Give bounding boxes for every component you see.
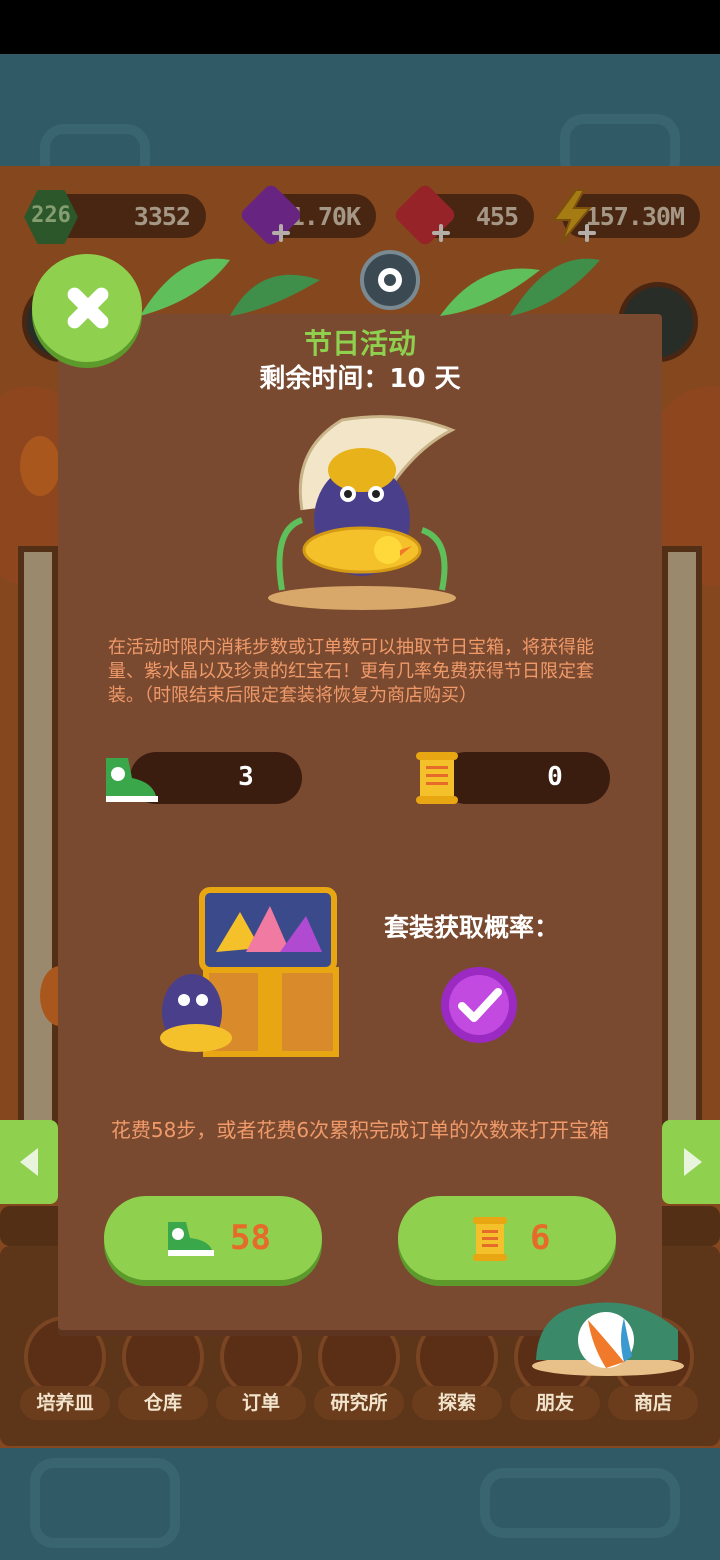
shoe-icon xyxy=(106,758,158,802)
nav-label: 朋友 xyxy=(510,1386,600,1420)
nav-explore[interactable]: 探索 xyxy=(412,1316,502,1426)
orders-count: 0 xyxy=(547,762,563,792)
orders-cost: 6 xyxy=(530,1218,551,1258)
nav-label: 商店 xyxy=(608,1386,698,1420)
orders-counter: 0 xyxy=(440,752,610,804)
event-description: 在活动时限内消耗步数或订单数可以抽取节日宝箱，将获得能量、紫水晶以及珍贵的红宝石… xyxy=(108,637,594,706)
set-rate-label: 套装获取概率： xyxy=(384,913,560,942)
background-bottom xyxy=(0,1448,720,1560)
nav-label: 探索 xyxy=(412,1386,502,1420)
open-with-steps-button[interactable]: 58 xyxy=(104,1196,322,1280)
scroll-icon xyxy=(473,1217,507,1261)
character-illustration xyxy=(268,415,456,610)
nav-orders[interactable]: 订单 xyxy=(216,1316,306,1426)
cost-hint: 花费58步，或者花费6次累积完成订单的次数来打开宝箱 xyxy=(110,1118,610,1142)
close-icon[interactable] xyxy=(32,254,142,362)
scroll-icon xyxy=(416,752,458,804)
nav-institute[interactable]: 研究所 xyxy=(314,1316,404,1426)
chest-icon xyxy=(160,887,339,1057)
check-orb-icon xyxy=(441,967,517,1043)
nav-label: 研究所 xyxy=(314,1386,404,1420)
status-bar xyxy=(0,0,720,54)
nav-warehouse[interactable]: 仓库 xyxy=(118,1316,208,1426)
leaf-decoration xyxy=(140,250,600,316)
open-with-orders-button[interactable]: 6 xyxy=(398,1196,616,1280)
nav-label: 仓库 xyxy=(118,1386,208,1420)
shoe-icon xyxy=(168,1222,214,1256)
remaining-time: 剩余时间：10 天 xyxy=(259,364,461,394)
background-top xyxy=(0,54,720,204)
nav-petri-dish[interactable]: 培养皿 xyxy=(20,1316,110,1426)
nav-label: 订单 xyxy=(216,1386,306,1420)
beach-decoration xyxy=(532,1302,684,1376)
steps-cost: 58 xyxy=(230,1218,271,1258)
nav-label: 培养皿 xyxy=(20,1386,110,1420)
